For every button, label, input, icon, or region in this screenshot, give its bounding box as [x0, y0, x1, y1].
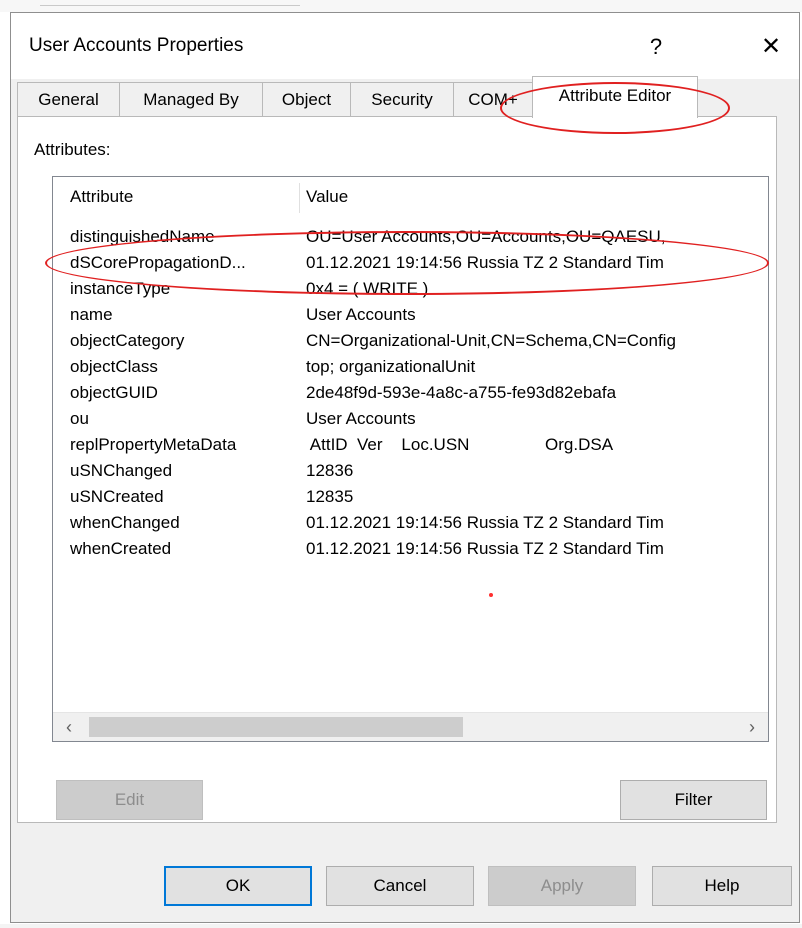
attribute-name: uSNCreated [70, 487, 164, 506]
list-item[interactable]: ou User Accounts [53, 406, 768, 432]
horizontal-scrollbar[interactable]: ‹ › [53, 712, 768, 741]
attribute-value: 2de48f9d-593e-4a8c-a755-fe93d82ebafa [306, 383, 617, 402]
attribute-name: ou [70, 409, 89, 428]
attribute-value: 12835 [306, 487, 354, 506]
attribute-name: replPropertyMetaData [70, 435, 237, 454]
scroll-right-icon[interactable]: › [738, 713, 766, 741]
column-divider[interactable] [299, 183, 300, 213]
tab-managed-by[interactable]: Managed By [119, 82, 263, 116]
list-item[interactable]: objectGUID 2de48f9d-593e-4a8c-a755-fe93d8… [53, 380, 768, 406]
attribute-value: OU=User Accounts,OU=Accounts,OU=QAESU, [306, 227, 666, 246]
filter-button[interactable]: Filter [620, 780, 767, 820]
attribute-value: 01.12.2021 19:14:56 Russia TZ 2 Standard… [306, 253, 664, 272]
help-title-button[interactable]: ? [631, 25, 681, 69]
tab-general[interactable]: General [17, 82, 120, 116]
attribute-value: User Accounts [306, 305, 416, 324]
attribute-value: 12836 [306, 461, 354, 480]
attribute-name: dSCorePropagationD... [70, 253, 246, 272]
cancel-button[interactable]: Cancel [326, 866, 474, 906]
annotation-dot [489, 593, 493, 597]
list-item[interactable]: uSNCreated 12835 [53, 484, 768, 510]
close-button[interactable]: ✕ [746, 25, 796, 69]
attribute-name: objectClass [70, 357, 158, 376]
background-window-bottom [0, 924, 802, 928]
edit-button[interactable]: Edit [56, 780, 203, 820]
tab-security[interactable]: Security [350, 82, 454, 116]
column-header-attribute[interactable]: Attribute [70, 177, 133, 217]
attribute-value: 01.12.2021 19:14:56 Russia TZ 2 Standard… [306, 513, 664, 532]
list-item[interactable]: objectClass top; organizationalUnit [53, 354, 768, 380]
attribute-name: uSNChanged [70, 461, 173, 480]
attribute-name: name [70, 305, 113, 324]
dialog-title: User Accounts Properties [29, 35, 244, 56]
attribute-value: User Accounts [306, 409, 416, 428]
attribute-name: whenChanged [70, 513, 180, 532]
attribute-value: 0x4 = ( WRITE ) [306, 279, 429, 298]
attribute-name: instanceType [70, 279, 171, 298]
title-bar: User Accounts Properties ? ✕ [11, 13, 799, 79]
tab-strip: General Managed By Object Security COM+ … [17, 76, 777, 118]
list-item[interactable]: dSCorePropagationD... 01.12.2021 19:14:56… [53, 250, 768, 276]
background-window-fragment [0, 0, 802, 12]
help-button[interactable]: Help [652, 866, 792, 906]
attribute-value: CN=Organizational-Unit,CN=Schema,CN=Conf… [306, 331, 676, 350]
list-item[interactable]: instanceType 0x4 = ( WRITE ) [53, 276, 768, 302]
scrollbar-thumb[interactable] [89, 717, 463, 737]
apply-button[interactable]: Apply [488, 866, 636, 906]
attributes-list[interactable]: Attribute Value distinguishedName OU=User… [52, 176, 769, 742]
tab-attribute-editor[interactable]: Attribute Editor [532, 76, 698, 118]
attributes-label: Attributes: [34, 140, 111, 159]
attribute-value: 01.12.2021 19:14:56 Russia TZ 2 Standard… [306, 539, 664, 558]
list-item[interactable]: objectCategory CN=Organizational-Unit,CN=… [53, 328, 768, 354]
list-item[interactable]: uSNChanged 12836 [53, 458, 768, 484]
attribute-name: whenCreated [70, 539, 172, 558]
tab-com-plus[interactable]: COM+ [453, 82, 533, 116]
list-item[interactable]: replPropertyMetaData AttID Ver Loc.USN O… [53, 432, 768, 458]
list-item[interactable]: whenCreated 01.12.2021 19:14:56 Russia TZ… [53, 536, 768, 562]
attribute-name: objectCategory [70, 331, 185, 350]
column-header-value[interactable]: Value [306, 177, 348, 217]
ok-button[interactable]: OK [164, 866, 312, 906]
attribute-name: objectGUID [70, 383, 158, 402]
list-item[interactable]: distinguishedName OU=User Accounts,OU=Acc… [53, 224, 768, 250]
scroll-left-icon[interactable]: ‹ [55, 713, 83, 741]
list-item[interactable]: whenChanged 01.12.2021 19:14:56 Russia TZ… [53, 510, 768, 536]
attribute-value: top; organizationalUnit [306, 357, 476, 376]
tab-object[interactable]: Object [262, 82, 351, 116]
background-window-edge [40, 0, 300, 6]
attribute-value: AttID Ver Loc.USN Org.DSA [306, 435, 614, 454]
attribute-name: distinguishedName [70, 227, 215, 246]
list-item[interactable]: name User Accounts [53, 302, 768, 328]
